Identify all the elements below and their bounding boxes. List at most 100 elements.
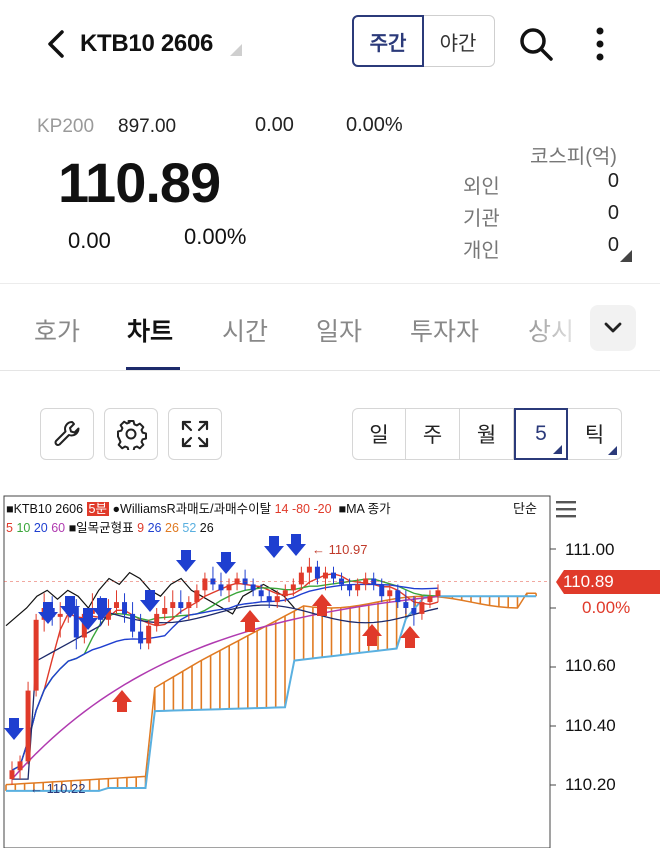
buy-signal-arrow xyxy=(112,690,132,712)
chart-legend-line2: 5 10 20 60 ■일목균형표 9 26 26 52 26 xyxy=(6,517,214,536)
period-day[interactable]: 일 xyxy=(352,408,406,460)
candle-body xyxy=(290,584,296,591)
candle-body xyxy=(130,613,136,632)
tabs-divider xyxy=(0,370,660,371)
candle-body xyxy=(395,590,401,603)
candle-body xyxy=(282,590,288,597)
period-month[interactable]: 월 xyxy=(460,408,514,460)
day-session-tab[interactable]: 주간 xyxy=(352,15,424,67)
candle-body xyxy=(186,602,192,608)
legend-ma20: 20 xyxy=(33,521,48,535)
sell-signal-arrow xyxy=(216,552,236,574)
night-session-tab[interactable]: 야간 xyxy=(422,15,495,67)
more-vertical-icon[interactable] xyxy=(588,24,612,64)
chart-settings-button[interactable] xyxy=(104,408,158,460)
investor-label: 기관 xyxy=(463,208,500,230)
legend-interval: 5분 xyxy=(86,502,109,516)
candle-body xyxy=(314,566,320,579)
legend-ma: MA 종가 xyxy=(346,502,391,516)
low-price-value: 110.22 xyxy=(46,781,86,796)
period-selector: 일 주 월 5 틱 xyxy=(352,408,622,460)
legend-ichimoku-p1: 9 xyxy=(137,521,145,535)
period-week[interactable]: 주 xyxy=(406,408,460,460)
buy-signal-arrow xyxy=(312,594,332,616)
y-tick-label: 110.40 xyxy=(565,716,616,735)
kp200-change: 0.00 xyxy=(255,114,294,136)
legend-symbol: KTB10 2606 xyxy=(13,502,84,516)
candle-body xyxy=(113,602,119,608)
instrument-title[interactable]: KTB10 2606 xyxy=(80,30,213,58)
candle-body xyxy=(331,572,337,579)
title-dropdown-icon[interactable] xyxy=(230,44,242,56)
period-tick[interactable]: 틱 xyxy=(568,408,622,460)
investor-value: 0 xyxy=(607,170,619,192)
search-icon[interactable] xyxy=(518,26,554,62)
candle-body xyxy=(266,596,272,603)
kp200-value: 897.00 xyxy=(118,116,177,137)
tab-time[interactable]: 시간 xyxy=(222,312,268,348)
dropdown-corner-icon xyxy=(553,445,562,454)
candle-body xyxy=(154,613,160,626)
low-price-label: ← 110.22 xyxy=(30,781,86,796)
investor-label: 외인 xyxy=(463,176,500,198)
candle-body xyxy=(306,566,312,573)
candle-body xyxy=(298,572,304,585)
back-arrow-icon[interactable] xyxy=(44,28,70,60)
high-price-value: 110.97 xyxy=(328,542,368,557)
candle-body xyxy=(17,761,23,771)
tab-orderbook[interactable]: 호가 xyxy=(34,312,80,348)
legend-ichimoku-p3: 26 xyxy=(165,521,179,535)
fullscreen-button[interactable] xyxy=(168,408,222,460)
candle-body xyxy=(322,572,328,579)
candle-body xyxy=(419,602,425,614)
period-minute[interactable]: 5 xyxy=(514,408,568,460)
legend-ichimoku-p4: 52 xyxy=(182,521,197,535)
sell-signal-arrow xyxy=(264,536,284,558)
tab-chart[interactable]: 차트 xyxy=(127,312,173,348)
legend-ma5: 5 xyxy=(6,521,13,535)
candle-body xyxy=(355,584,361,591)
app-header: KTB10 2606 주간 야간 xyxy=(0,0,660,90)
candle-body xyxy=(379,584,385,597)
legend-bullet: ■ xyxy=(338,502,347,516)
sell-signal-arrow xyxy=(38,602,58,624)
candle-body xyxy=(138,631,144,644)
gear-icon xyxy=(117,420,147,450)
legend-williams: WilliamsR과매도/과매수이탈 xyxy=(120,502,272,516)
tab-investor[interactable]: 투자자 xyxy=(410,312,479,348)
kp200-label: KP200 xyxy=(37,116,95,137)
candle-body xyxy=(411,608,417,614)
candle-body xyxy=(226,584,232,591)
legend-ma10: 10 xyxy=(16,521,31,535)
legend-mode: 단순 xyxy=(513,501,537,516)
tab-more-button[interactable] xyxy=(590,305,636,351)
legend-ma60: 60 xyxy=(51,521,66,535)
candle-body xyxy=(427,596,433,603)
tab-fade xyxy=(520,300,590,360)
candle-body xyxy=(250,584,256,591)
investor-expand-icon[interactable] xyxy=(620,250,632,262)
candle-body xyxy=(403,602,409,608)
candle-body xyxy=(170,602,176,608)
candle-body xyxy=(202,578,208,591)
candle-body xyxy=(25,690,31,762)
candle-body xyxy=(435,590,441,597)
sell-signal-arrow xyxy=(286,534,306,556)
candle-body xyxy=(218,584,224,591)
hamburger-menu-icon[interactable] xyxy=(556,500,576,518)
buy-signal-arrow xyxy=(362,624,382,646)
indicator-settings-button[interactable] xyxy=(40,408,94,460)
period-minute-label: 5 xyxy=(535,422,547,445)
price-change: 0.00 xyxy=(68,228,111,253)
current-rate-label: 0.00% xyxy=(582,598,631,617)
expand-icon xyxy=(181,420,209,448)
legend-williams-params: 14 -80 -20 xyxy=(274,502,332,516)
current-price: 110.89 xyxy=(58,151,221,214)
sell-signal-arrow xyxy=(4,718,24,740)
sell-signal-arrow xyxy=(176,550,196,572)
candle-body xyxy=(122,602,128,614)
chevron-down-icon xyxy=(604,322,622,333)
tab-daily[interactable]: 일자 xyxy=(316,312,362,348)
period-tick-label: 틱 xyxy=(584,424,605,447)
legend-ichimoku-p2: 26 xyxy=(147,521,162,535)
